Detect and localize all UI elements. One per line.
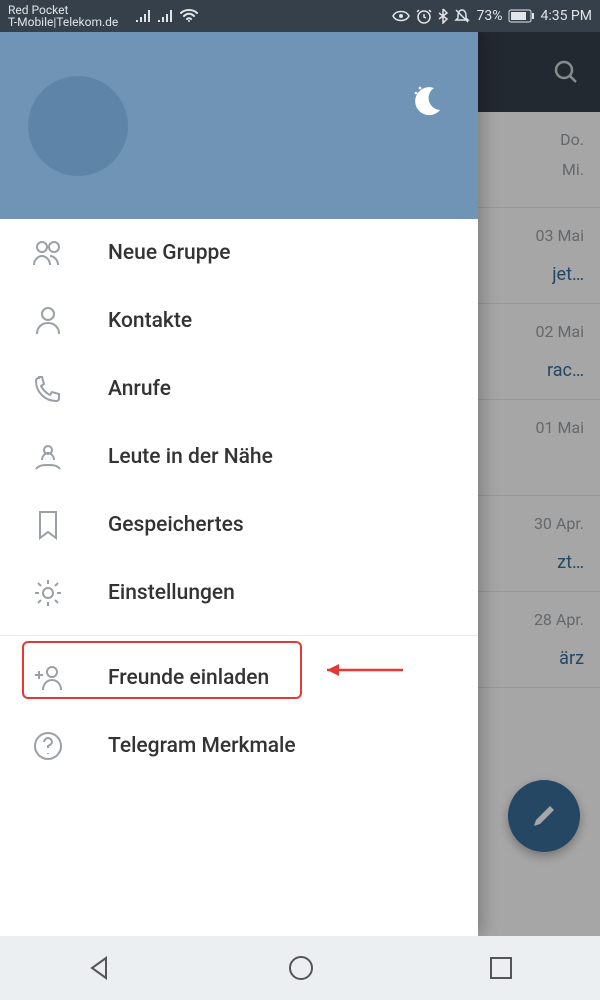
- alarm-icon: [416, 8, 432, 24]
- drawer-item-features[interactable]: Telegram Merkmale: [0, 712, 478, 780]
- nearby-icon: [33, 441, 63, 473]
- drawer-item-settings[interactable]: Einstellungen: [0, 559, 478, 627]
- drawer-item-label: Leute in der Nähe: [108, 445, 273, 469]
- wifi-icon: [180, 9, 198, 23]
- drawer-item-label: Neue Gruppe: [108, 241, 231, 265]
- drawer-list: Neue Gruppe Kontakte Anrufe Leute in der…: [0, 219, 478, 936]
- drawer-item-label: Kontakte: [108, 309, 192, 333]
- mute-icon: [454, 8, 470, 24]
- nav-home-icon[interactable]: [287, 954, 315, 982]
- night-mode-toggle[interactable]: [406, 80, 446, 124]
- battery-text: 73%: [476, 8, 502, 24]
- signal-1-icon: [136, 9, 152, 23]
- clock-text: 4:35 PM: [540, 8, 592, 24]
- drawer-item-label: Einstellungen: [108, 581, 235, 605]
- carrier-labels: Red Pocket T-Mobile|Telekom.de: [8, 4, 118, 28]
- group-icon: [32, 239, 64, 267]
- drawer-item-new-group[interactable]: Neue Gruppe: [0, 219, 478, 287]
- drawer-item-saved[interactable]: Gespeichertes: [0, 491, 478, 559]
- battery-icon: [508, 9, 534, 23]
- drawer-item-calls[interactable]: Anrufe: [0, 355, 478, 423]
- person-icon: [34, 306, 62, 336]
- drawer-item-invite[interactable]: Freunde einladen: [0, 644, 478, 712]
- nav-back-icon[interactable]: [86, 954, 114, 982]
- avatar[interactable]: [28, 76, 128, 176]
- drawer-item-nearby[interactable]: Leute in der Nähe: [0, 423, 478, 491]
- drawer-item-label: Telegram Merkmale: [108, 734, 296, 758]
- android-nav-bar: [0, 936, 600, 1000]
- drawer-item-label: Freunde einladen: [108, 666, 269, 690]
- drawer-item-contacts[interactable]: Kontakte: [0, 287, 478, 355]
- status-right: 73% 4:35 PM: [392, 8, 592, 24]
- bookmark-icon: [36, 510, 60, 540]
- nav-recent-icon[interactable]: [488, 955, 514, 981]
- phone-icon: [34, 375, 62, 403]
- drawer-header: [0, 32, 478, 219]
- drawer-item-label: Anrufe: [108, 377, 171, 401]
- bluetooth-icon: [438, 8, 448, 24]
- invite-icon: [32, 664, 64, 692]
- navigation-drawer: Neue Gruppe Kontakte Anrufe Leute in der…: [0, 32, 478, 936]
- carrier-2: T-Mobile|Telekom.de: [8, 16, 118, 28]
- moon-icon: [406, 80, 446, 120]
- signal-icons: [136, 9, 198, 23]
- signal-2-icon: [158, 9, 174, 23]
- status-bar: Red Pocket T-Mobile|Telekom.de 73% 4:35 …: [0, 0, 600, 32]
- eye-icon: [392, 10, 410, 22]
- gear-icon: [33, 578, 63, 608]
- drawer-item-label: Gespeichertes: [108, 513, 244, 537]
- divider: [0, 635, 478, 636]
- help-icon: [33, 731, 63, 761]
